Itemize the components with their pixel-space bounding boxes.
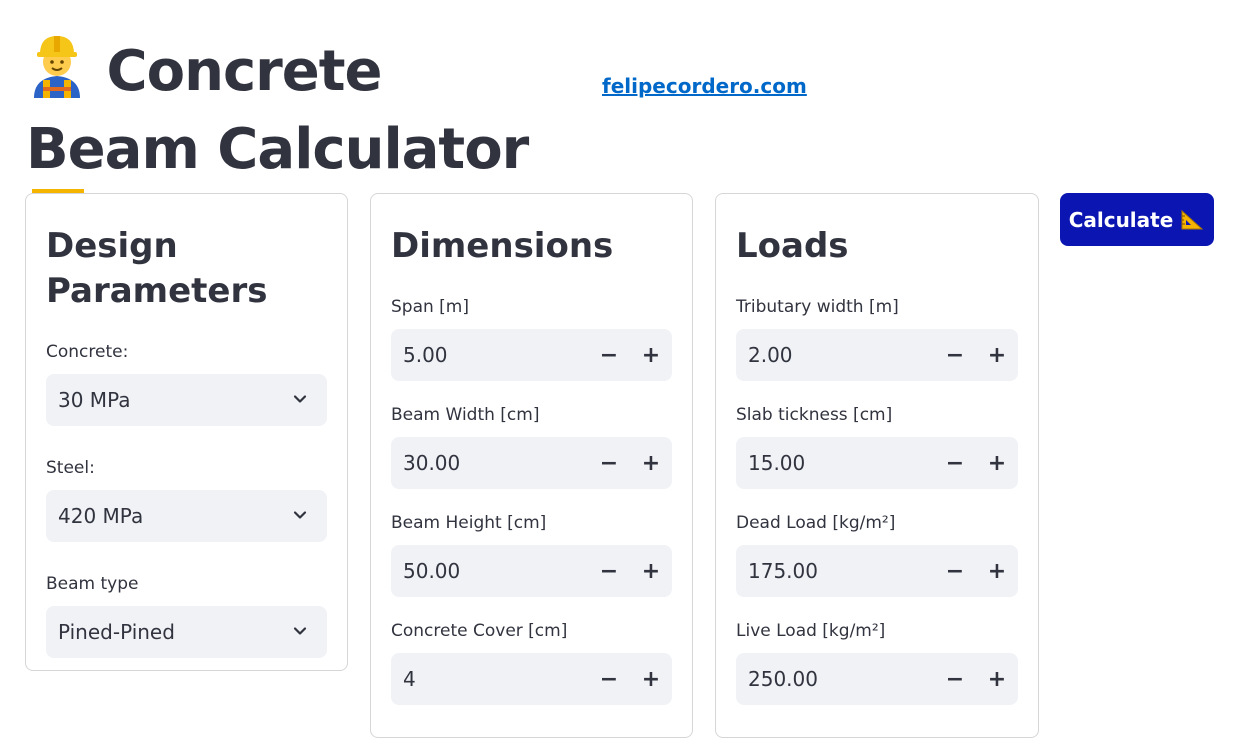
decrement-button[interactable]: −	[934, 437, 976, 489]
increment-button[interactable]: +	[976, 653, 1018, 705]
calculate-label: Calculate	[1068, 207, 1174, 232]
concrete-select[interactable]: 30 MPa	[46, 374, 327, 426]
tributary-width-value[interactable]: 2.00	[748, 343, 934, 367]
concrete-cover-label: Concrete Cover [cm]	[391, 621, 568, 641]
beam-width-input[interactable]: 30.00 − +	[391, 437, 672, 489]
slab-thickness-value[interactable]: 15.00	[748, 451, 934, 475]
beam-height-label: Beam Height [cm]	[391, 513, 547, 533]
increment-button[interactable]: +	[630, 545, 672, 597]
steel-select[interactable]: 420 MPa	[46, 490, 327, 542]
live-load-input[interactable]: 250.00 − +	[736, 653, 1018, 705]
decrement-button[interactable]: −	[934, 545, 976, 597]
decrement-button[interactable]: −	[588, 653, 630, 705]
dimensions-card: Dimensions Span [m] 5.00 − + Beam Width …	[370, 193, 693, 738]
beam-type-select-value: Pined-Pined	[58, 620, 175, 644]
triangular-ruler-icon	[1181, 209, 1204, 229]
dead-load-input[interactable]: 175.00 − +	[736, 545, 1018, 597]
increment-button[interactable]: +	[630, 437, 672, 489]
tributary-width-input[interactable]: 2.00 − +	[736, 329, 1018, 381]
concrete-cover-input[interactable]: 4 − +	[391, 653, 672, 705]
beam-height-input[interactable]: 50.00 − +	[391, 545, 672, 597]
live-load-label: Live Load [kg/m²]	[736, 621, 886, 641]
decrement-button[interactable]: −	[588, 329, 630, 381]
beam-width-label: Beam Width [cm]	[391, 405, 540, 425]
dimensions-title: Dimensions	[391, 226, 614, 266]
website-link[interactable]: felipecordero.com	[602, 74, 807, 98]
chevron-down-icon	[293, 627, 307, 635]
tributary-width-label: Tributary width [m]	[736, 297, 899, 317]
beam-height-value[interactable]: 50.00	[403, 559, 588, 583]
dead-load-label: Dead Load [kg/m²]	[736, 513, 896, 533]
dead-load-value[interactable]: 175.00	[748, 559, 934, 583]
concrete-cover-value[interactable]: 4	[403, 667, 588, 691]
design-parameters-card: Design Parameters Concrete: 30 MPa Steel:…	[25, 193, 348, 671]
increment-button[interactable]: +	[630, 329, 672, 381]
chevron-down-icon	[293, 511, 307, 519]
design-parameters-title: Design Parameters	[46, 226, 268, 311]
construction-worker-icon	[26, 32, 88, 115]
increment-button[interactable]: +	[976, 437, 1018, 489]
concrete-label: Concrete:	[46, 342, 129, 362]
concrete-select-value: 30 MPa	[58, 388, 131, 412]
steel-label: Steel:	[46, 458, 95, 478]
beam-type-label: Beam type	[46, 574, 139, 594]
beam-width-value[interactable]: 30.00	[403, 451, 588, 475]
increment-button[interactable]: +	[976, 329, 1018, 381]
beam-type-select[interactable]: Pined-Pined	[46, 606, 327, 658]
slab-thickness-label: Slab tickness [cm]	[736, 405, 893, 425]
span-label: Span [m]	[391, 297, 470, 317]
title-text: Concrete Beam Calculator	[26, 39, 529, 182]
calculate-button[interactable]: Calculate	[1060, 193, 1214, 246]
decrement-button[interactable]: −	[588, 437, 630, 489]
loads-title: Loads	[736, 226, 849, 266]
increment-button[interactable]: +	[630, 653, 672, 705]
decrement-button[interactable]: −	[588, 545, 630, 597]
decrement-button[interactable]: −	[934, 329, 976, 381]
live-load-value[interactable]: 250.00	[748, 667, 934, 691]
span-input[interactable]: 5.00 − +	[391, 329, 672, 381]
loads-card: Loads Tributary width [m] 2.00 − + Slab …	[715, 193, 1039, 738]
decrement-button[interactable]: −	[934, 653, 976, 705]
increment-button[interactable]: +	[976, 545, 1018, 597]
span-value[interactable]: 5.00	[403, 343, 588, 367]
chevron-down-icon	[293, 395, 307, 403]
slab-thickness-input[interactable]: 15.00 − +	[736, 437, 1018, 489]
steel-select-value: 420 MPa	[58, 504, 144, 528]
